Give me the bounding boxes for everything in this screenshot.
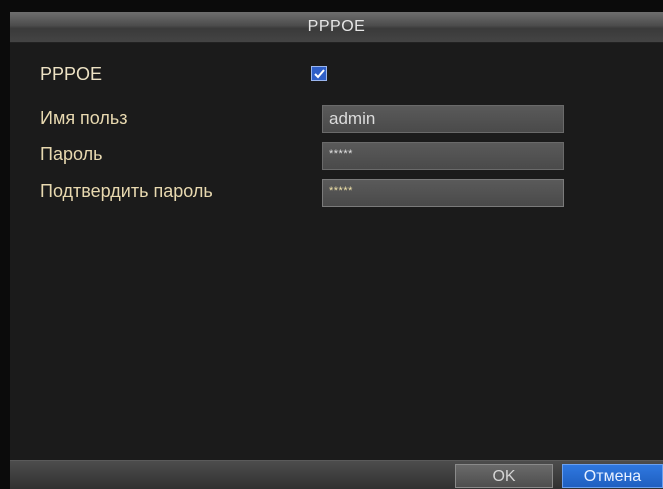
title-bar: PPPOE — [10, 12, 663, 43]
dialog-title: PPPOE — [307, 18, 366, 35]
cancel-button[interactable]: Отмена — [562, 464, 663, 488]
username-label: Имя польз — [40, 108, 128, 128]
ok-button[interactable]: OK — [455, 464, 553, 488]
confirm-password-label: Подтвердить пароль — [40, 181, 213, 201]
username-field[interactable]: admin — [322, 105, 564, 133]
password-label: Пароль — [40, 144, 103, 164]
pppoe-dialog: PPPOE PPPOE Имя польз admin Пароль *****… — [10, 12, 663, 489]
password-field[interactable]: ***** — [322, 142, 564, 170]
button-bar: OK Отмена — [10, 460, 663, 489]
screen: PPPOE PPPOE Имя польз admin Пароль *****… — [0, 0, 663, 489]
pppoe-label: PPPOE — [40, 64, 103, 84]
pppoe-checkbox[interactable] — [311, 66, 327, 81]
check-icon — [314, 69, 325, 79]
confirm-password-field[interactable]: ***** — [322, 179, 564, 207]
